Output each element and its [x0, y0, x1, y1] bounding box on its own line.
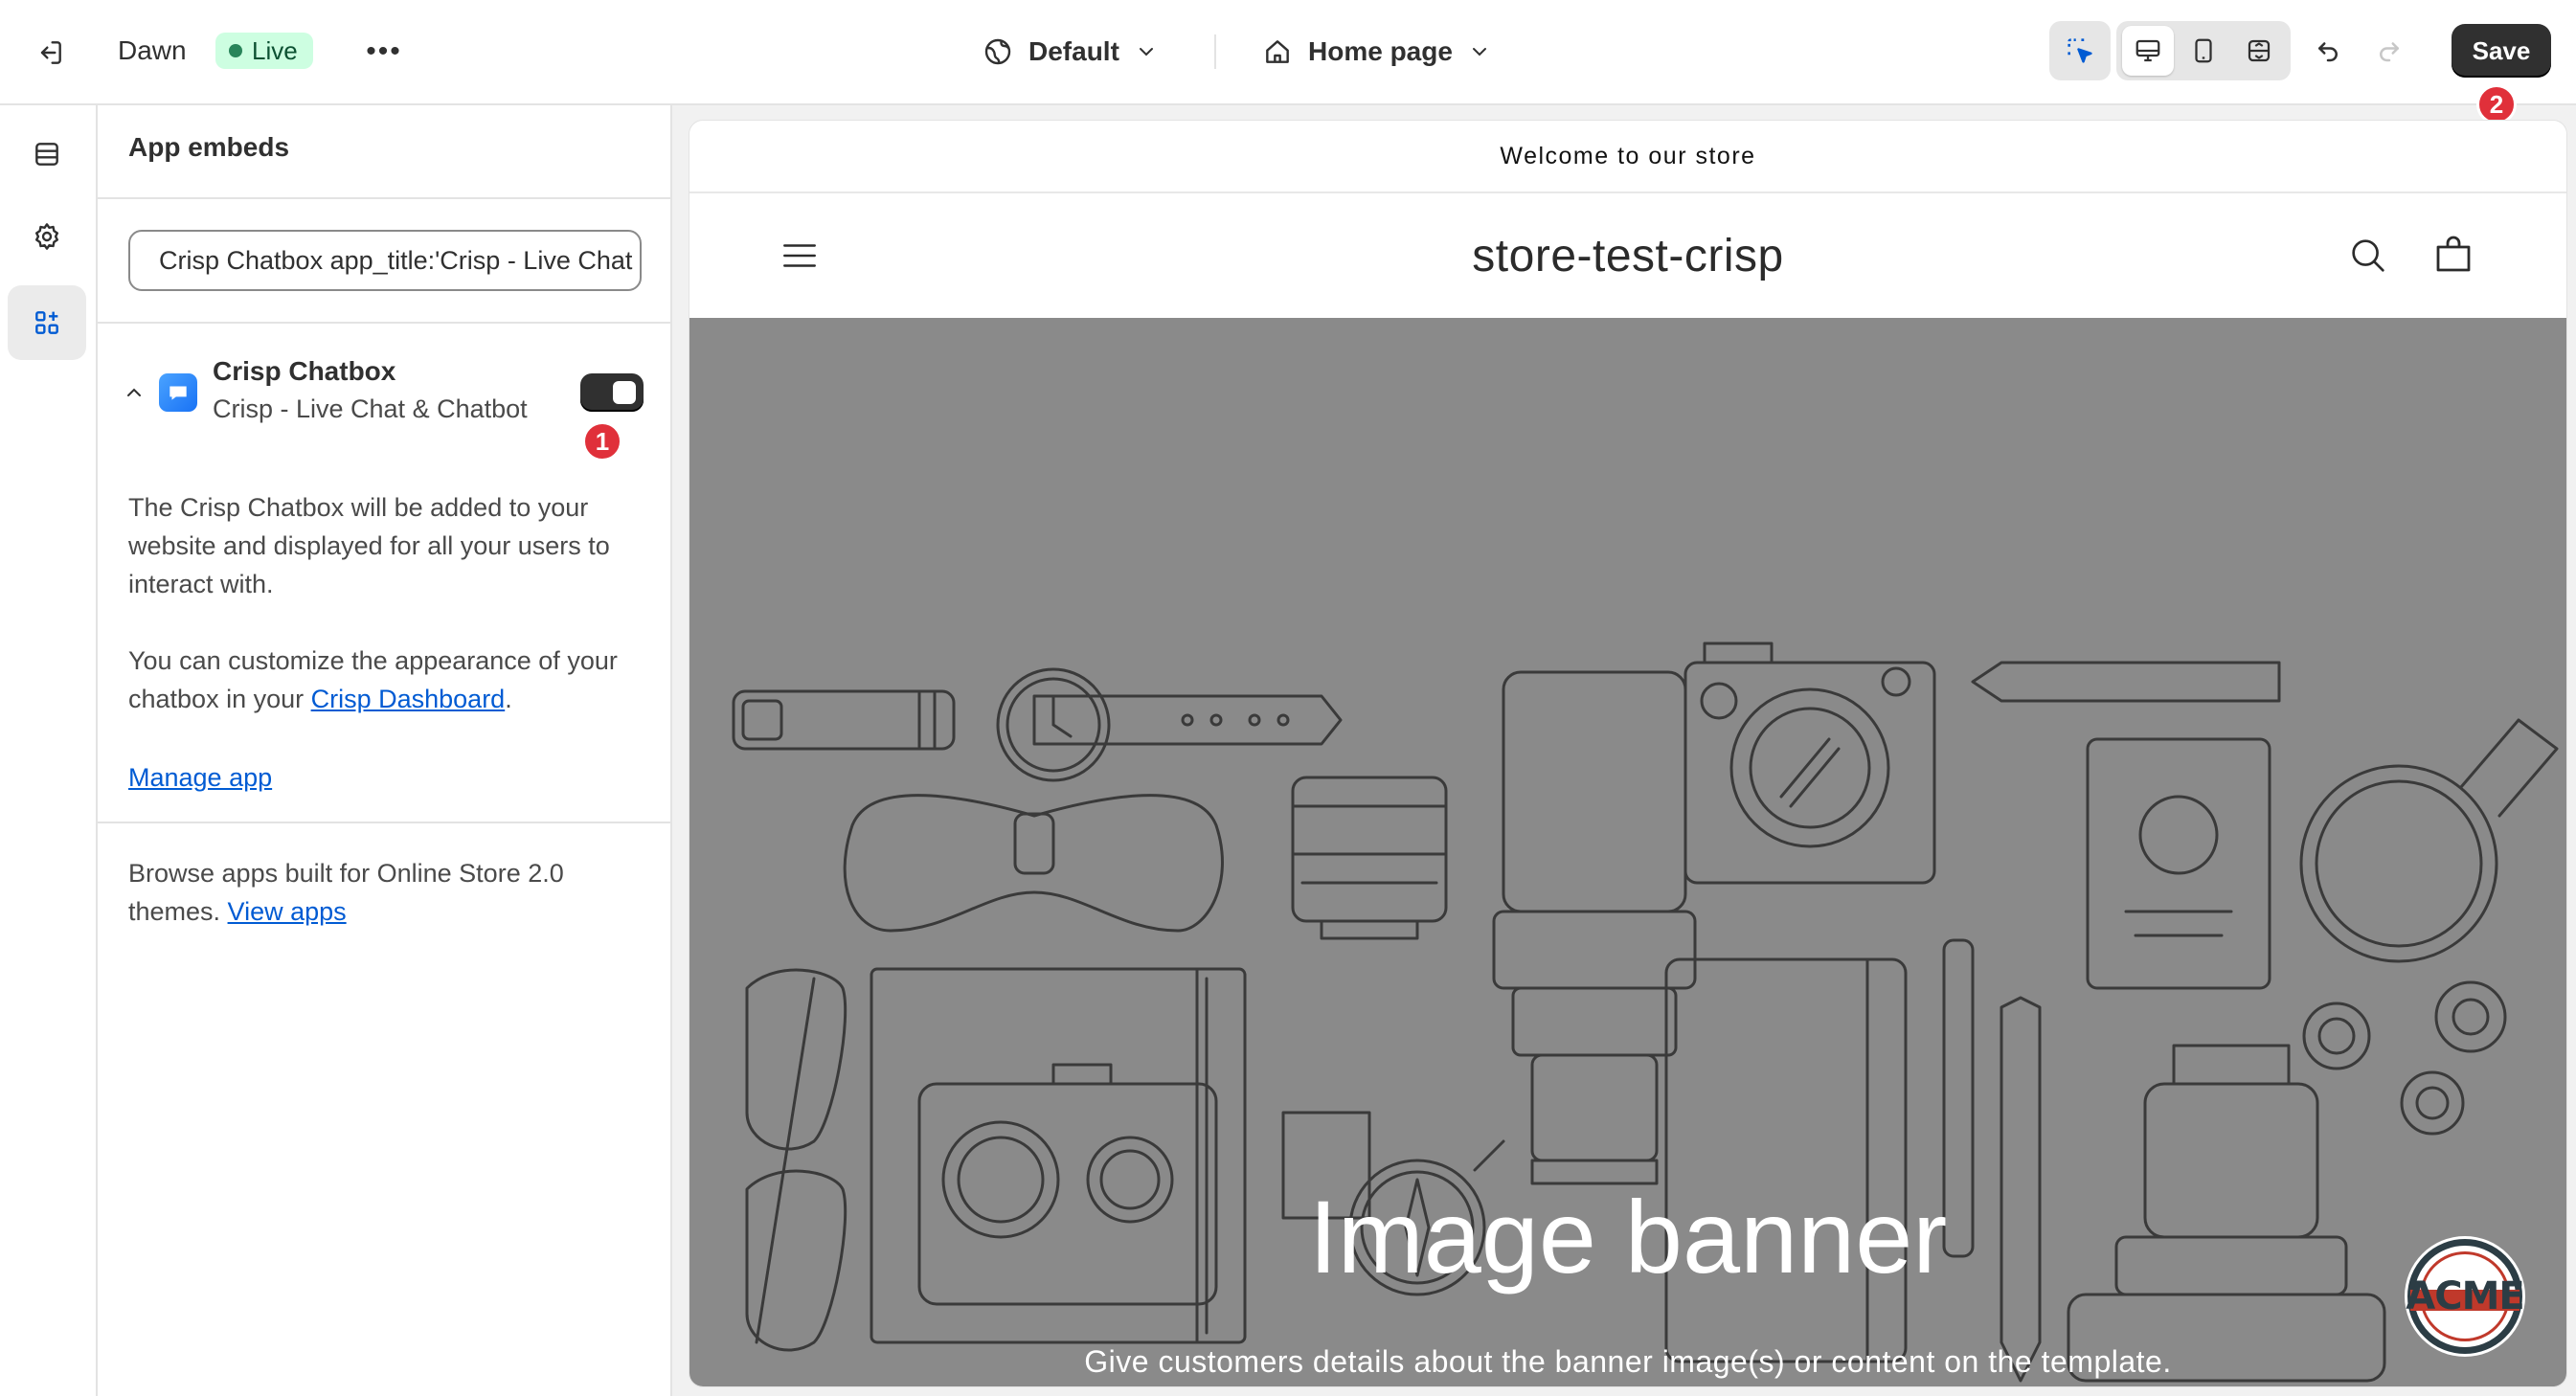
divider [98, 822, 672, 823]
store-header: store-test-crisp [689, 195, 2566, 318]
globe-icon [984, 38, 1011, 65]
fullscreen-view-button[interactable] [2233, 26, 2285, 76]
live-status-badge: Live [215, 33, 313, 69]
app-subtitle: Crisp - Live Chat & Chatbot [213, 394, 528, 423]
chevron-up-icon [127, 388, 141, 396]
divider [1214, 34, 1216, 69]
step-badge-1: 1 [582, 421, 622, 462]
search-input[interactable]: Crisp Chatbox app_title:'Crisp - Live Ch… [128, 230, 642, 291]
manage-app-link[interactable]: Manage app [128, 763, 272, 792]
banner-title: Image banner [1308, 1179, 1948, 1295]
search-input-value: Crisp Chatbox app_title:'Crisp - Live Ch… [159, 245, 640, 275]
fullscreen-icon [2248, 39, 2271, 62]
acme-logo-text: ACME [2406, 1274, 2524, 1318]
customize-text: You can customize the appearance of your… [128, 642, 645, 718]
acme-logo: ACME [2406, 1239, 2525, 1354]
manage-app-row: Manage app [128, 758, 645, 797]
divider [98, 322, 672, 324]
undo-button[interactable] [2304, 29, 2352, 73]
app-embed-toggle[interactable] [580, 373, 644, 412]
app-name: Crisp Chatbox [213, 356, 396, 386]
page-select-label: Home page [1308, 36, 1453, 66]
announcement-bar: Welcome to our store [689, 121, 2566, 193]
redo-icon [2380, 42, 2399, 62]
browse-apps-text: Browse apps built for Online Store 2.0 t… [128, 854, 645, 931]
apps-icon [35, 311, 58, 334]
chevron-down-icon [1139, 48, 1153, 56]
save-button[interactable]: Save [2452, 24, 2551, 78]
chevron-down-icon [1472, 48, 1486, 56]
toggle-knob [613, 381, 636, 404]
page-select[interactable]: Home page [1262, 27, 1491, 77]
theme-name: Dawn [118, 35, 187, 65]
theme-settings-nav-button[interactable] [8, 199, 86, 274]
search-icon [2352, 239, 2384, 272]
template-select-label: Default [1028, 36, 1119, 66]
top-bar: Dawn Live ••• Default Home page Save [0, 0, 2576, 105]
template-select[interactable]: Default [983, 27, 1158, 77]
banner-subtitle: Give customers details about the banner … [1084, 1344, 2172, 1379]
exit-icon [40, 41, 61, 64]
device-view-switcher [2116, 21, 2291, 80]
more-actions-button[interactable]: ••• [362, 33, 406, 71]
customize-text-suffix: . [505, 685, 512, 713]
exit-button[interactable] [27, 31, 73, 75]
select-cursor-icon [2068, 38, 2092, 63]
more-icon: ••• [366, 35, 402, 67]
view-apps-link[interactable]: View apps [228, 897, 347, 926]
app-description: The Crisp Chatbox will be added to your … [128, 493, 610, 598]
desktop-icon [2135, 39, 2160, 62]
redo-button[interactable] [2365, 29, 2413, 73]
live-dot-icon [229, 44, 242, 57]
image-banner[interactable]: Image banner Give customers details abou… [689, 318, 2566, 1386]
divider [98, 197, 672, 199]
store-search-button[interactable] [2346, 234, 2390, 282]
collapse-app-button[interactable] [123, 381, 146, 409]
live-label: Live [252, 35, 298, 65]
gear-icon [35, 223, 58, 250]
app-embeds-panel: App embeds Crisp Chatbox app_title:'Cris… [98, 105, 672, 1396]
mobile-icon [2195, 38, 2212, 63]
undo-icon [2318, 42, 2338, 62]
cart-icon [2436, 236, 2471, 272]
panel-title: App embeds [128, 132, 290, 162]
sections-icon [35, 143, 58, 166]
sections-nav-button[interactable] [8, 117, 86, 191]
store-preview: Welcome to our store store-test-crisp Im… [689, 121, 2566, 1386]
inspector-toggle[interactable] [2049, 21, 2111, 80]
home-icon [1266, 40, 1289, 63]
step-badge-2: 2 [2476, 84, 2517, 124]
cart-button[interactable] [2430, 232, 2476, 282]
mobile-view-button[interactable] [2178, 26, 2229, 76]
chat-bubble-icon [169, 386, 187, 400]
app-embeds-nav-button[interactable] [8, 285, 86, 360]
crisp-dashboard-link[interactable]: Crisp Dashboard [311, 685, 506, 713]
desktop-view-button[interactable] [2122, 26, 2174, 76]
editor-nav-rail [0, 105, 98, 1396]
crisp-app-icon [159, 373, 197, 412]
store-name[interactable]: store-test-crisp [689, 230, 2566, 282]
